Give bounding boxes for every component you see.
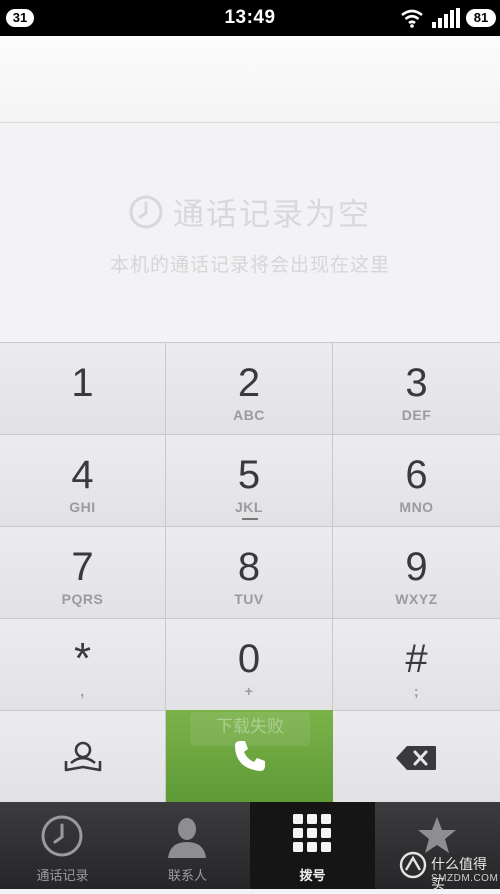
key-1[interactable]: 1: [0, 342, 166, 434]
tab-label: 拨号: [299, 868, 326, 883]
key-letters: DEF: [401, 407, 432, 423]
key-letters: PQRS: [61, 591, 104, 607]
key-0[interactable]: 0 +: [166, 618, 333, 710]
empty-log-subtitle: 本机的通话记录将会出现在这里: [109, 255, 390, 276]
signal-icon: [432, 8, 460, 28]
key-digit: 2: [237, 361, 261, 405]
tab-call-log[interactable]: 通话记录: [0, 802, 125, 889]
key-letters: ;: [413, 683, 420, 699]
key-digit: 0: [237, 637, 261, 681]
key-digit: 9: [405, 545, 428, 589]
key-8[interactable]: 8 TUV: [166, 526, 333, 618]
phone-icon: [235, 741, 265, 771]
status-bar: 31 13:49 81: [0, 0, 500, 36]
tab-label: 联系人: [167, 868, 207, 883]
key-digit: 8: [237, 545, 261, 589]
tab-label: 通话记录: [36, 868, 89, 883]
battery-indicator: 81: [466, 9, 496, 27]
tab-contacts[interactable]: 联系人: [125, 802, 250, 889]
key-letters: ABC: [233, 407, 265, 423]
key-digit: 6: [405, 453, 428, 497]
key-digit: 4: [71, 453, 94, 497]
watermark-url: SMZDM.COM: [431, 873, 499, 884]
key-2[interactable]: 2 ABC: [166, 342, 333, 434]
contacts-shortcut-button[interactable]: [0, 710, 166, 802]
clock-icon: [129, 195, 163, 228]
key-letters: ,: [80, 683, 85, 699]
number-input-area[interactable]: [0, 36, 500, 123]
key-5[interactable]: 5 JKL: [166, 434, 333, 526]
key-letters: [0, 407, 165, 423]
key-6[interactable]: 6 MNO: [333, 434, 500, 526]
key-9[interactable]: 9 WXYZ: [333, 526, 500, 618]
key-digit: *: [73, 634, 92, 683]
watermark: 什么值得买 SMZDM.COM: [395, 840, 500, 892]
empty-log-title: 通话记录为空: [173, 197, 371, 232]
key-7[interactable]: 7 PQRS: [0, 526, 166, 618]
backspace-button[interactable]: [333, 710, 500, 802]
backspace-icon: [396, 746, 436, 770]
key-digit: 3: [405, 361, 428, 405]
key-4[interactable]: 4 GHI: [0, 434, 166, 526]
clock-icon: [41, 815, 83, 857]
key-letters: WXYZ: [395, 591, 438, 607]
key-letters: GHI: [69, 499, 96, 515]
dial-keypad: 1 2 ABC 3 DEF 4 GHI 5 JKL 6 MNO 7 PQRS 8…: [0, 342, 500, 802]
key-letters: JKL: [235, 499, 263, 515]
call-button[interactable]: 下载失败: [166, 710, 333, 802]
key-letters: TUV: [234, 591, 264, 607]
empty-title-row: 通话记录为空: [0, 189, 500, 234]
wifi-icon: [401, 9, 423, 28]
key-hash[interactable]: # ;: [333, 618, 500, 710]
key-digit: 5: [237, 453, 261, 497]
contact-book-icon: [64, 741, 102, 772]
key-letters: MNO: [399, 499, 434, 515]
keypad-grid-icon: [293, 814, 331, 852]
key-digit: 1: [71, 361, 94, 405]
key-5-indicator: [242, 518, 258, 520]
key-3[interactable]: 3 DEF: [333, 342, 500, 434]
tab-dialer[interactable]: 拨号: [250, 802, 375, 889]
key-digit: 7: [71, 545, 94, 589]
person-icon: [168, 818, 206, 858]
key-star[interactable]: * ,: [0, 618, 166, 710]
key-letters: +: [244, 683, 254, 699]
watermark-logo-icon: [399, 851, 427, 879]
key-digit: #: [405, 637, 428, 681]
call-log-panel: 通话记录为空 本机的通话记录将会出现在这里: [0, 123, 500, 342]
status-time: 13:49: [224, 7, 276, 28]
